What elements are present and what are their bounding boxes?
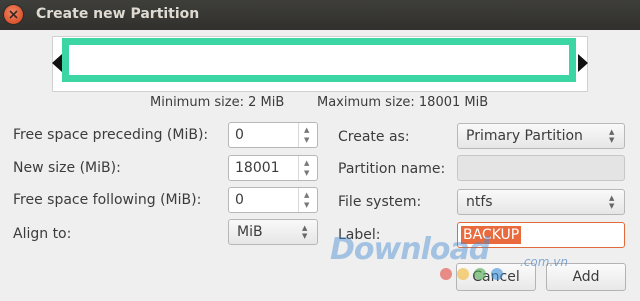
partition-name-label: Partition name: <box>338 161 446 177</box>
watermark-dot <box>440 268 452 280</box>
create-partition-dialog: Create new Partition Minimum size: 2 MiB… <box>0 0 640 301</box>
free-preceding-label: Free space preceding (MiB): <box>13 127 209 143</box>
new-size-label: New size (MiB): <box>13 160 121 176</box>
spinner-stepper[interactable]: ▲ ▼ <box>298 188 317 212</box>
close-button[interactable] <box>4 5 23 24</box>
watermark-logo: Download <box>330 232 490 267</box>
minimum-size-text: Minimum size: 2 MiB <box>150 95 285 110</box>
new-size-spinner[interactable]: 18001 ▲ ▼ <box>228 155 318 181</box>
align-to-label: Align to: <box>13 226 72 242</box>
free-following-value: 0 <box>235 192 244 208</box>
select-arrows-icon: ▲ ▼ <box>609 128 615 144</box>
spinner-stepper[interactable]: ▲ ▼ <box>298 156 317 180</box>
new-size-value: 18001 <box>235 160 280 176</box>
up-arrow-icon[interactable]: ▲ <box>304 127 309 134</box>
down-arrow-icon[interactable]: ▼ <box>304 202 309 209</box>
watermark-dot <box>491 268 503 280</box>
down-arrow-icon[interactable]: ▼ <box>304 137 309 144</box>
free-preceding-spinner[interactable]: 0 ▲ ▼ <box>228 122 318 148</box>
free-following-spinner[interactable]: 0 ▲ ▼ <box>228 187 318 213</box>
partition-name-input[interactable] <box>457 155 625 181</box>
spinner-stepper[interactable]: ▲ ▼ <box>298 123 317 147</box>
align-to-value: MiB <box>237 224 263 240</box>
create-as-label: Create as: <box>338 129 410 145</box>
down-arrow-icon[interactable]: ▼ <box>304 170 309 177</box>
watermark-dot <box>474 268 486 280</box>
align-to-select[interactable]: MiB ▲ ▼ <box>228 219 318 245</box>
create-as-value: Primary Partition <box>466 128 583 144</box>
file-system-label: File system: <box>338 194 422 210</box>
maximum-size-text: Maximum size: 18001 MiB <box>317 95 489 110</box>
up-arrow-icon[interactable]: ▲ <box>304 192 309 199</box>
resize-handle-left-icon[interactable] <box>52 54 62 72</box>
file-system-select[interactable]: ntfs ▲ ▼ <box>457 189 625 215</box>
resize-handle-right-icon[interactable] <box>578 54 588 72</box>
select-arrows-icon: ▲ ▼ <box>302 224 308 240</box>
watermark-dot <box>457 268 469 280</box>
free-following-label: Free space following (MiB): <box>13 192 202 208</box>
watermark-dots <box>440 268 508 284</box>
title-bar: Create new Partition <box>0 0 640 30</box>
file-system-value: ntfs <box>466 194 493 210</box>
watermark-suffix: .com.vn <box>520 255 568 269</box>
close-icon <box>9 10 18 19</box>
select-arrows-icon: ▲ ▼ <box>609 194 615 210</box>
window-title: Create new Partition <box>36 6 200 22</box>
add-button-label: Add <box>572 269 600 285</box>
free-preceding-value: 0 <box>235 127 244 143</box>
up-arrow-icon[interactable]: ▲ <box>304 160 309 167</box>
partition-bar[interactable] <box>62 38 576 82</box>
create-as-select[interactable]: Primary Partition ▲ ▼ <box>457 123 625 149</box>
